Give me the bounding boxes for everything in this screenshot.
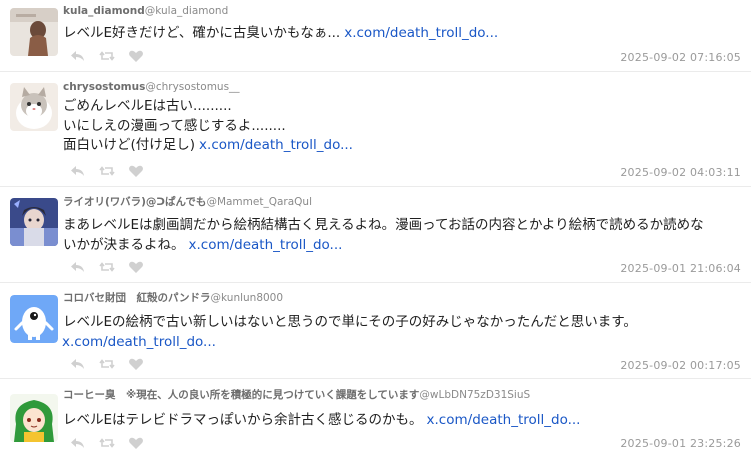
reply-icon[interactable]	[70, 260, 86, 274]
display-name[interactable]: コーヒー臭 ※現在、人の良い所を積極的に見つけていく課題をしています	[63, 389, 419, 401]
display-name[interactable]: kula_diamond	[63, 5, 145, 17]
avatar[interactable]	[10, 198, 58, 246]
tweet-actions	[70, 164, 144, 178]
heart-icon[interactable]	[128, 357, 144, 371]
tweet-item: コーヒー臭 ※現在、人の良い所を積極的に見つけていく課題をしています@wLbDN…	[0, 379, 751, 458]
handle[interactable]: @wLbDN75zD31SiuS	[419, 389, 530, 401]
tweet-actions	[70, 260, 144, 274]
tweet-text: レベルEはテレビドラマっぽいから余計古く感じるのかも。 x.com/death_t…	[63, 411, 739, 431]
tweet-link[interactable]: x.com/death_troll_do...	[427, 412, 581, 428]
handle[interactable]: @kula_diamond	[145, 5, 229, 17]
tweet-header: chrysostomus@chrysostomus__	[63, 81, 240, 94]
reply-icon[interactable]	[70, 357, 86, 371]
reply-icon[interactable]	[70, 164, 86, 178]
tweet-text: まあレベルEは劇画調だから絵柄結構古く見えるよね。漫画ってお話の内容とかより絵柄…	[63, 216, 739, 255]
heart-icon[interactable]	[128, 436, 144, 450]
tweet-link[interactable]: x.com/death_troll_do...	[199, 137, 353, 153]
tweet-item: chrysostomus@chrysostomus__ ごめんレベルEは古い..…	[0, 72, 751, 187]
handle[interactable]: @Mammet_QaraQul	[206, 196, 312, 208]
timestamp[interactable]: 2025-09-02 00:17:05	[620, 359, 741, 372]
retweet-icon[interactable]	[99, 436, 115, 450]
tweet-line: レベルEはテレビドラマっぽいから余計古く感じるのかも。	[63, 412, 423, 428]
reply-icon[interactable]	[70, 49, 86, 63]
heart-icon[interactable]	[128, 164, 144, 178]
tweet-link[interactable]: x.com/death_troll_do...	[189, 237, 343, 253]
tweet-link[interactable]: x.com/death_troll_do...	[62, 334, 216, 350]
tweet-text: レベルE好きだけど、確かに古臭いかもなぁ... x.com/death_troll…	[63, 24, 739, 44]
tweet-line: まあレベルEは劇画調だから絵柄結構古く見えるよね。漫画ってお話の内容とかより絵柄…	[63, 217, 704, 233]
avatar[interactable]	[10, 394, 58, 442]
tweet-text: ごめんレベルEは古い......... いにしえの漫画って感じするよ......…	[63, 97, 739, 156]
reply-icon[interactable]	[70, 436, 86, 450]
timestamp[interactable]: 2025-09-02 07:16:05	[620, 51, 741, 64]
tweet-link-row: x.com/death_troll_do...	[62, 333, 739, 353]
tweet-line: ごめんレベルEは古い.........	[63, 98, 232, 114]
tweet-line: レベルE好きだけど、確かに古臭いかもなぁ...	[63, 25, 341, 41]
display-name[interactable]: コロバセ財団 紅殻のパンドラ	[63, 292, 211, 304]
tweet-line: 面白いけど(付け足し)	[63, 137, 196, 153]
display-name[interactable]: ライオリ(ワバラ)@ᑐぱんでも	[63, 196, 206, 208]
handle[interactable]: @kunlun8000	[211, 292, 284, 304]
timestamp[interactable]: 2025-09-01 23:25:26	[620, 437, 741, 450]
tweet-header: kula_diamond@kula_diamond	[63, 5, 228, 18]
tweet-header: コーヒー臭 ※現在、人の良い所を積極的に見つけていく課題をしています@wLbDN…	[63, 389, 530, 402]
tweet-item: kula_diamond@kula_diamond レベルE好きだけど、確かに古…	[0, 0, 751, 72]
avatar[interactable]	[10, 295, 58, 343]
retweet-icon[interactable]	[99, 260, 115, 274]
timestamp[interactable]: 2025-09-01 21:06:04	[620, 262, 741, 275]
tweet-line: レベルEの絵柄で古い新しいはないと思うので単にその子の好みじゃなかったんだと思い…	[63, 314, 637, 330]
tweet-actions	[70, 436, 144, 450]
heart-icon[interactable]	[128, 260, 144, 274]
avatar[interactable]	[10, 8, 58, 56]
tweet-actions	[70, 49, 144, 63]
tweet-text: レベルEの絵柄で古い新しいはないと思うので単にその子の好みじゃなかったんだと思い…	[63, 313, 739, 333]
tweet-actions	[70, 357, 144, 371]
retweet-icon[interactable]	[99, 164, 115, 178]
retweet-icon[interactable]	[99, 357, 115, 371]
tweet-header: コロバセ財団 紅殻のパンドラ@kunlun8000	[63, 292, 283, 305]
timestamp[interactable]: 2025-09-02 04:03:11	[620, 166, 741, 179]
tweet-item: コロバセ財団 紅殻のパンドラ@kunlun8000 レベルEの絵柄で古い新しいは…	[0, 283, 751, 379]
display-name[interactable]: chrysostomus	[63, 81, 145, 93]
handle[interactable]: @chrysostomus__	[145, 81, 239, 93]
retweet-icon[interactable]	[99, 49, 115, 63]
tweet-link[interactable]: x.com/death_troll_do...	[344, 25, 498, 41]
tweet-item: ライオリ(ワバラ)@ᑐぱんでも@Mammet_QaraQul まあレベルEは劇画…	[0, 187, 751, 283]
avatar[interactable]	[10, 83, 58, 131]
tweet-line: いかが決まるよね。	[63, 236, 185, 253]
tweet-header: ライオリ(ワバラ)@ᑐぱんでも@Mammet_QaraQul	[63, 196, 312, 209]
tweet-line: いにしえの漫画って感じするよ........	[63, 117, 286, 134]
heart-icon[interactable]	[128, 49, 144, 63]
